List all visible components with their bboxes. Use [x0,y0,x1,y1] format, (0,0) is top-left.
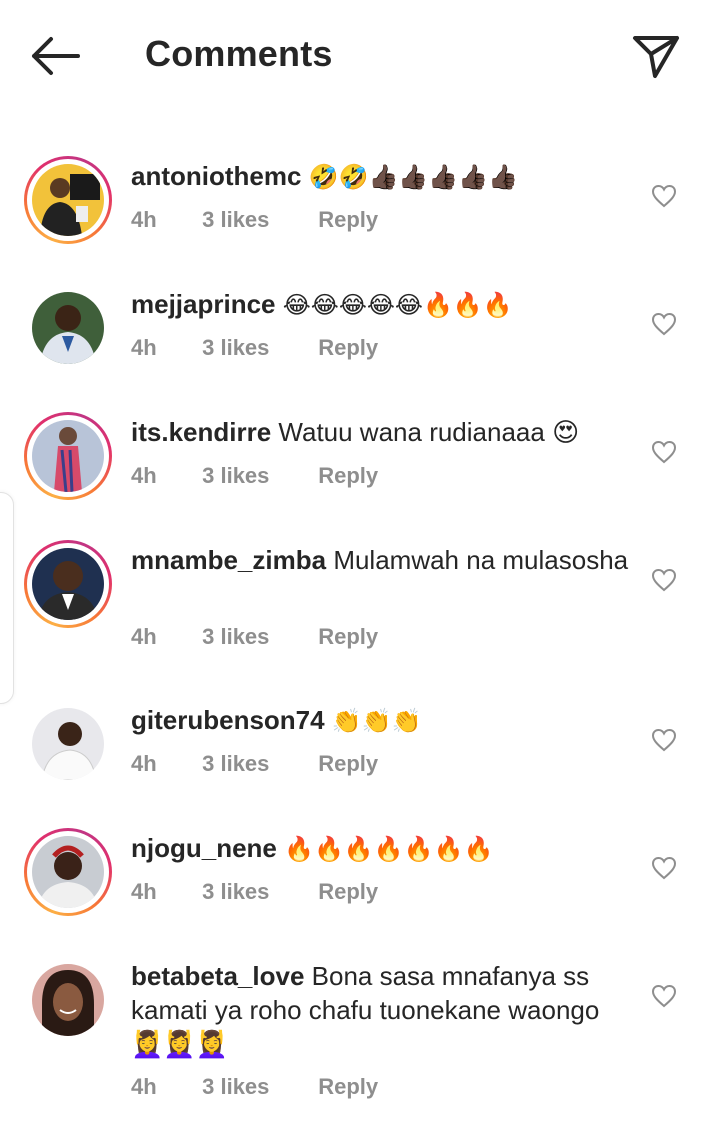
comment-likes[interactable]: 3 likes [202,751,312,777]
comment-likes[interactable]: 3 likes [202,463,312,489]
comment-time: 4h [131,335,157,360]
reply-button[interactable]: Reply [318,335,378,361]
reply-button[interactable]: Reply [318,463,378,489]
comment-body: Watuu wana rudianaaa 😍 [278,417,580,447]
reply-button[interactable]: Reply [318,624,378,650]
header: Comments [0,0,720,112]
heart-icon[interactable] [651,728,677,752]
comment-meta: 4h 3 likes Reply [131,879,378,905]
comment-likes[interactable]: 3 likes [202,1074,312,1100]
reply-button[interactable]: Reply [318,879,378,905]
comment-time: 4h [131,624,157,649]
avatar[interactable] [24,156,112,244]
comment-text: njogu_nene 🔥🔥🔥🔥🔥🔥🔥 [131,831,631,866]
comment-meta: 4h 3 likes Reply [131,1074,378,1100]
heart-icon[interactable] [651,856,677,880]
avatar[interactable] [24,412,112,500]
comment-text: betabeta_love Bona sasa mnafanya ss kama… [131,959,631,1061]
comment-time: 4h [131,751,157,776]
avatar[interactable] [24,828,112,916]
comment-text: antoniothemc 🤣🤣👍🏿👍🏿👍🏿👍🏿👍🏿 [131,159,631,194]
comment-username[interactable]: mejjaprince [131,289,276,319]
comment-username[interactable]: its.kendirre [131,417,271,447]
reply-button[interactable]: Reply [318,1074,378,1100]
comment-body: 🔥🔥🔥🔥🔥🔥🔥 [284,835,494,863]
back-button[interactable] [30,36,82,76]
avatar[interactable] [24,284,112,372]
comment-meta: 4h 3 likes Reply [131,463,378,489]
comment-body: 🤣🤣👍🏿👍🏿👍🏿👍🏿👍🏿 [308,163,518,191]
heart-icon[interactable] [651,440,677,464]
comment-body: 😂😂😂😂😂🔥🔥🔥 [282,291,513,319]
comment-likes[interactable]: 3 likes [202,624,312,650]
reply-button[interactable]: Reply [318,751,378,777]
heart-icon[interactable] [651,984,677,1008]
comment-meta: 4h 3 likes Reply [131,751,378,777]
comment-likes[interactable]: 3 likes [202,207,312,233]
avatar[interactable] [24,700,112,788]
send-button[interactable] [630,32,682,80]
comment-meta: 4h 3 likes Reply [131,335,378,361]
comment-username[interactable]: njogu_nene [131,833,277,863]
avatar[interactable] [24,956,112,1044]
reply-button[interactable]: Reply [318,207,378,233]
comment-time: 4h [131,463,157,488]
comment-meta: 4h 3 likes Reply [131,624,378,650]
comment-likes[interactable]: 3 likes [202,335,312,361]
page-title: Comments [145,33,333,74]
heart-icon[interactable] [651,184,677,208]
send-icon [633,36,679,78]
comment-time: 4h [131,879,157,904]
arrow-left-icon [32,37,80,75]
comment-body: 👏👏👏 [331,707,422,735]
comment-username[interactable]: betabeta_love [131,961,304,991]
comment-time: 4h [131,207,157,232]
comment-username[interactable]: mnambe_zimba [131,545,326,575]
comment-text: giterubenson74 👏👏👏 [131,703,631,738]
comment-username[interactable]: antoniothemc [131,161,301,191]
comment-text: its.kendirre Watuu wana rudianaaa 😍 [131,415,631,449]
comment-text: mnambe_zimba Mulamwah na mulasosha [131,543,631,577]
comment-body: Mulamwah na mulasosha [333,545,629,575]
comment-text: mejjaprince 😂😂😂😂😂🔥🔥🔥 [131,287,631,322]
comment-likes[interactable]: 3 likes [202,879,312,905]
heart-icon[interactable] [651,312,677,336]
avatar[interactable] [24,540,112,628]
comment-username[interactable]: giterubenson74 [131,705,325,735]
comment-time: 4h [131,1074,157,1099]
edge-panel-handle[interactable] [0,492,14,704]
heart-icon[interactable] [651,568,677,592]
comment-meta: 4h 3 likes Reply [131,207,378,233]
